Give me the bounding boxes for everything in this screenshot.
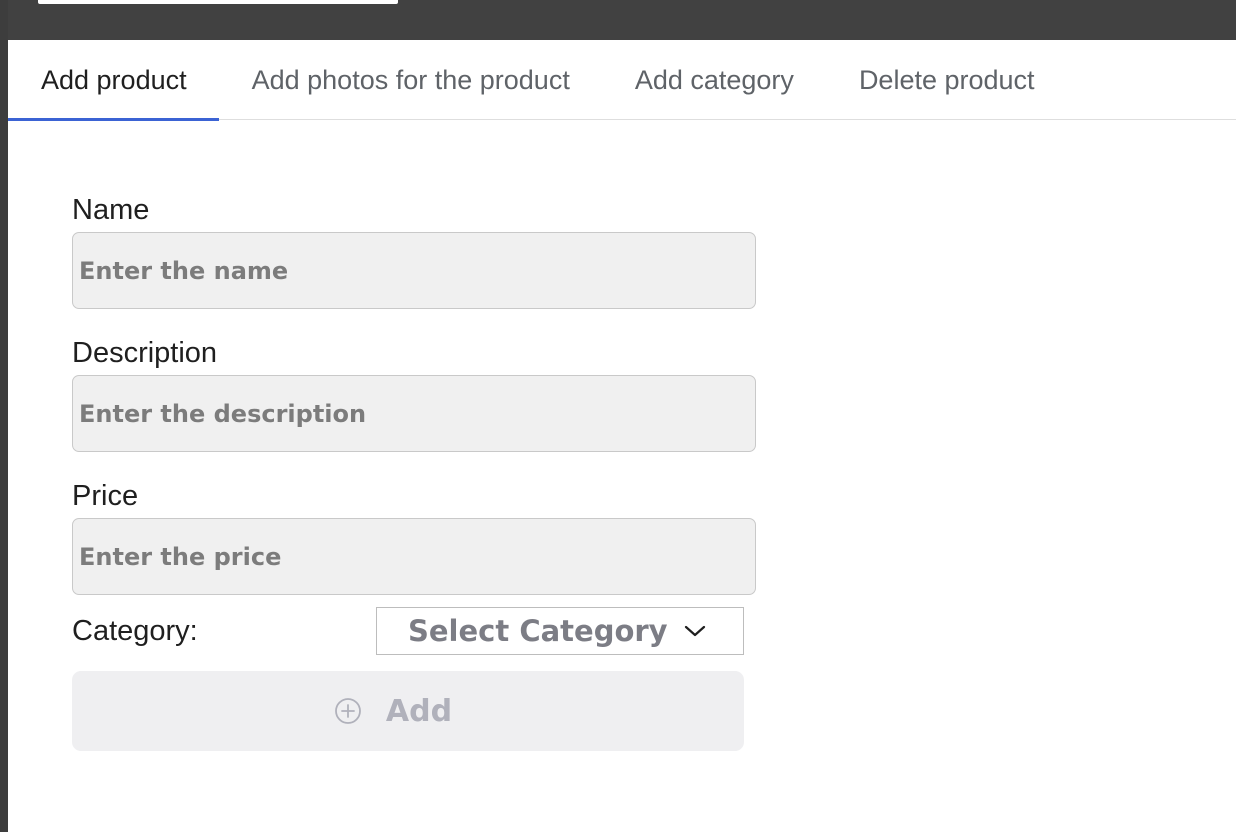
top-bar — [0, 0, 1236, 40]
top-search-field[interactable] — [38, 0, 398, 4]
description-input[interactable] — [72, 375, 756, 452]
name-field-group: Name — [72, 190, 762, 309]
price-label: Price — [72, 479, 139, 512]
name-input[interactable] — [72, 232, 756, 309]
name-label: Name — [72, 193, 150, 226]
tab-add-category[interactable]: Add category — [603, 40, 827, 120]
chevron-down-icon — [684, 624, 706, 638]
category-select[interactable]: Select Category — [376, 607, 744, 655]
add-button[interactable]: Add — [72, 671, 744, 751]
description-label: Description — [72, 336, 218, 369]
left-edge-bar — [0, 0, 8, 832]
add-product-form: Name Description Price — [72, 190, 762, 595]
add-button-label: Add — [385, 693, 453, 729]
admin-panel: Add product Add photos for the product A… — [0, 0, 1236, 832]
tab-bar: Add product Add photos for the product A… — [8, 40, 1236, 121]
plus-circle-icon — [334, 697, 362, 725]
tab-delete-product[interactable]: Delete product — [827, 40, 1035, 120]
price-field-group: Price — [72, 476, 762, 595]
category-row: Category: Select Category — [72, 607, 744, 655]
tab-add-photos[interactable]: Add photos for the product — [219, 40, 603, 120]
category-select-value: Select Category — [408, 614, 668, 648]
price-input[interactable] — [72, 518, 756, 595]
tab-add-product[interactable]: Add product — [8, 40, 219, 121]
description-field-group: Description — [72, 333, 762, 452]
category-label: Category: — [72, 614, 198, 647]
